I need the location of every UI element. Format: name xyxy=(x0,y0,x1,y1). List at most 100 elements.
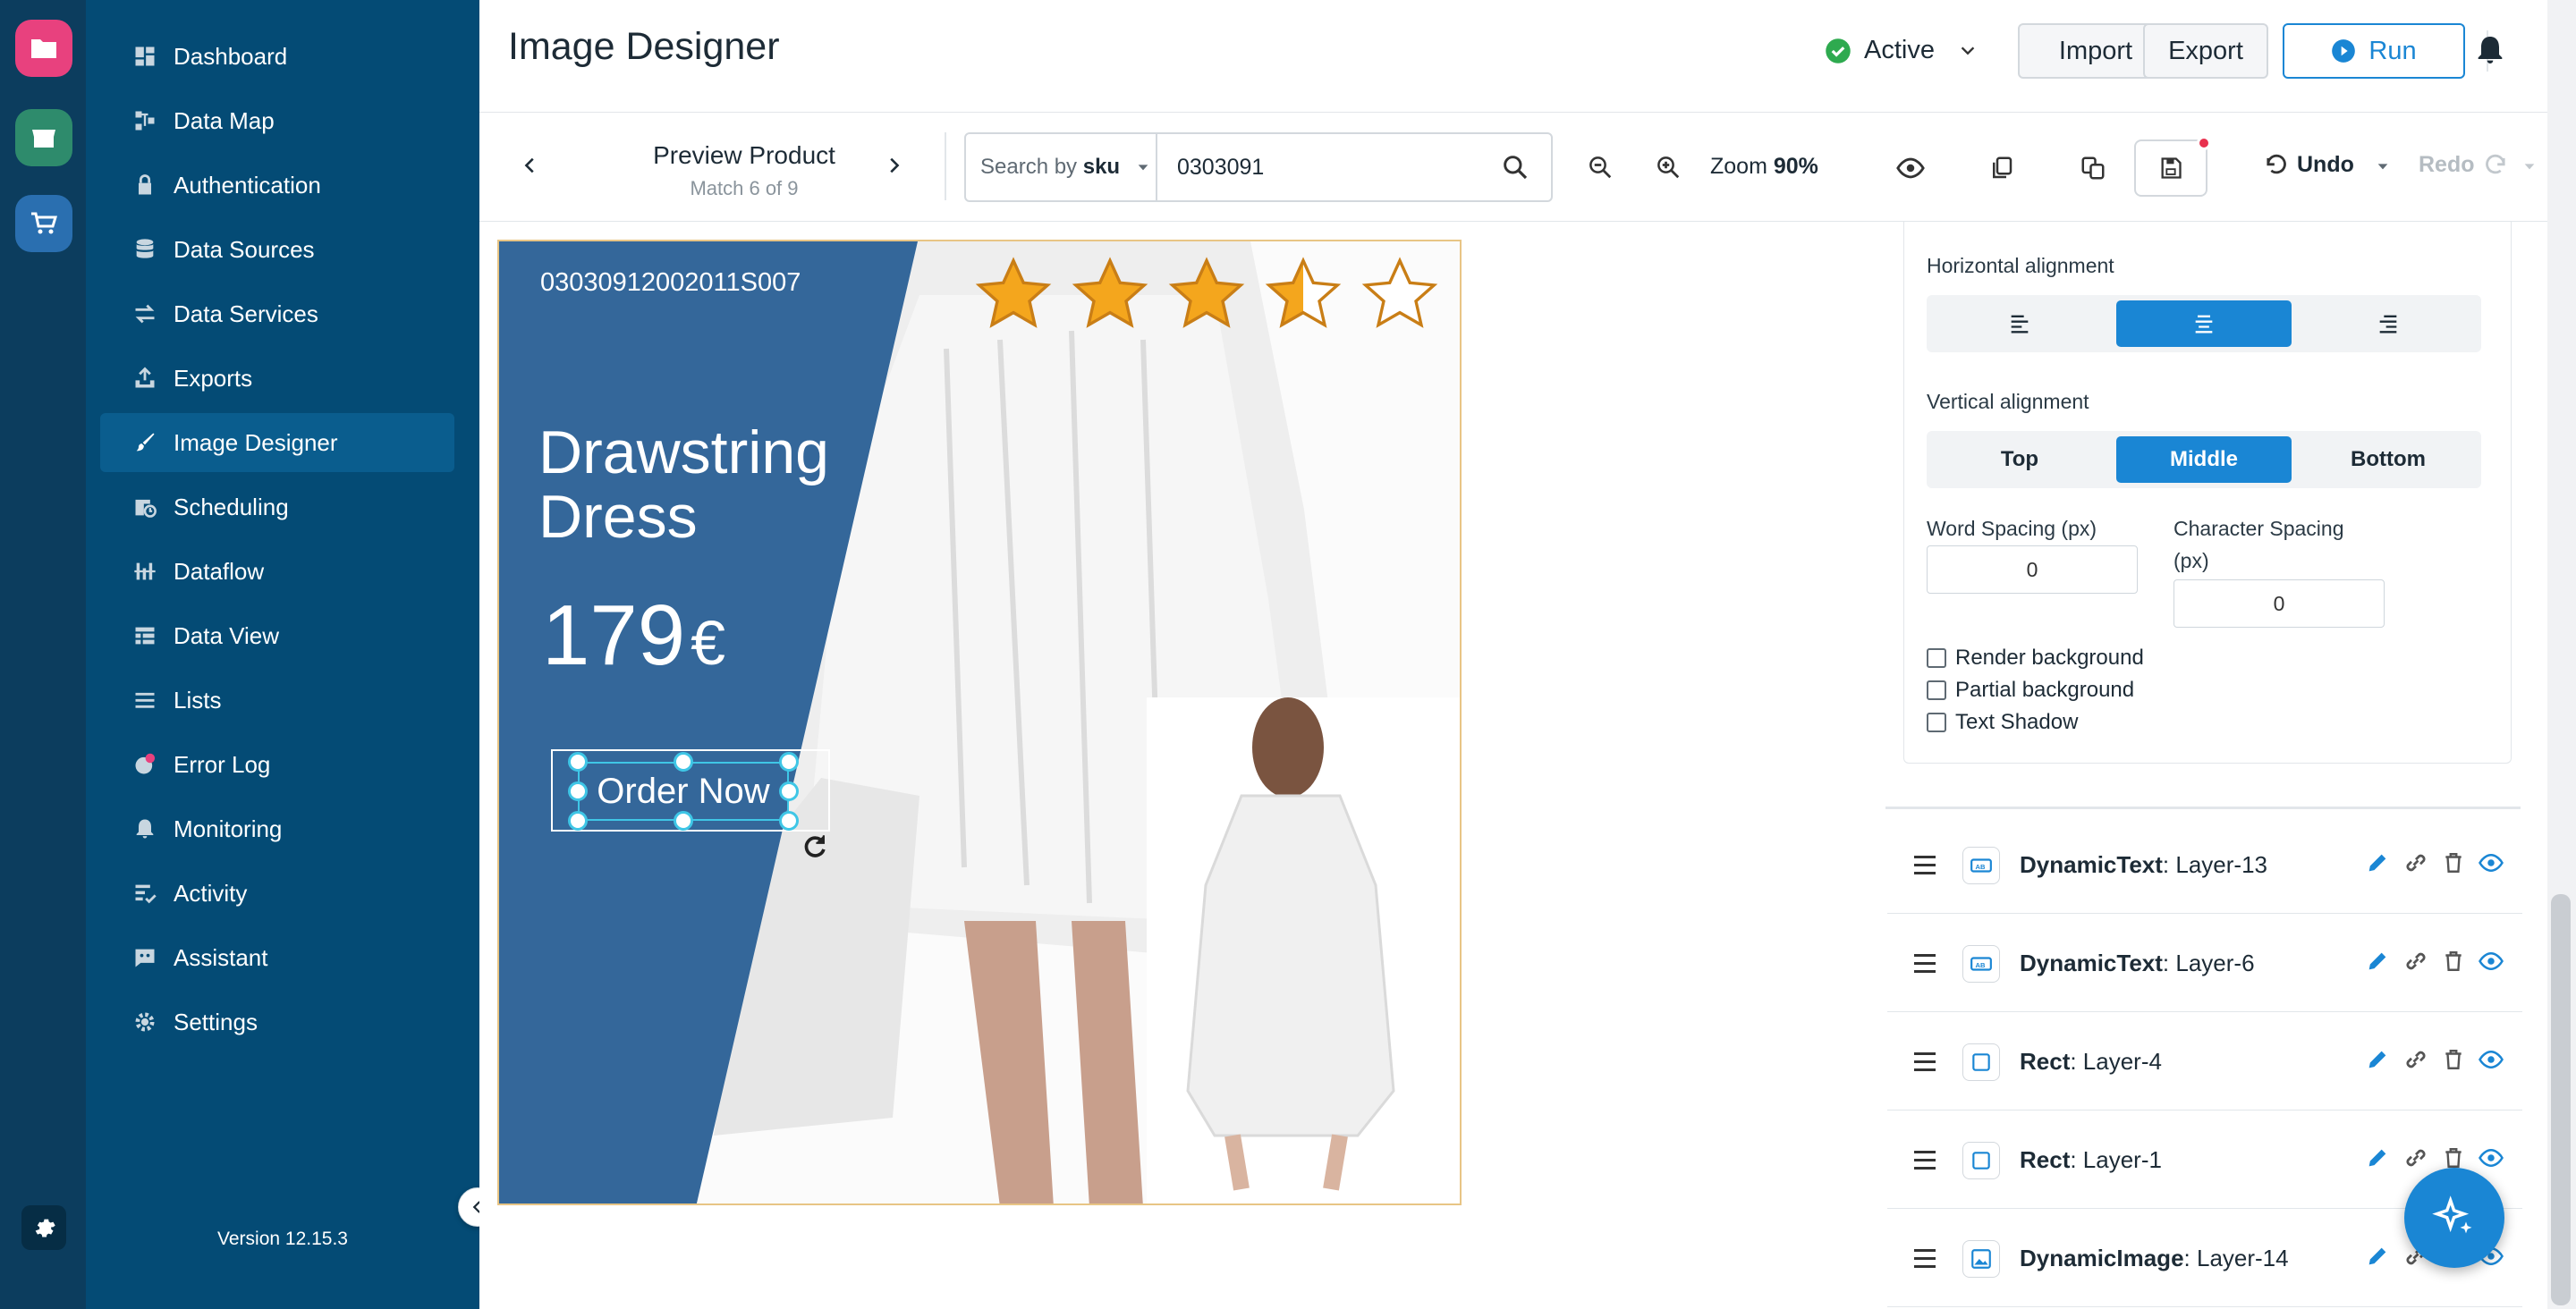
sidebar-item-data-sources[interactable]: Data Sources xyxy=(100,220,454,279)
edit-icon[interactable] xyxy=(2365,1047,2390,1077)
layer-row[interactable]: Rect: Layer-4 xyxy=(1887,1014,2522,1111)
sidebar-item-error-log[interactable]: Error Log xyxy=(100,735,454,794)
align-right-button[interactable] xyxy=(2301,300,2476,347)
sku-text[interactable]: 03030912002011S007 xyxy=(540,268,801,298)
layer-row[interactable]: AB DynamicText: Layer-6 xyxy=(1887,916,2522,1012)
paste-button[interactable] xyxy=(2075,150,2111,186)
resize-handle[interactable] xyxy=(779,811,799,831)
drag-handle-icon[interactable] xyxy=(1914,954,1946,973)
status-dropdown[interactable]: Active xyxy=(1825,36,1978,65)
sidebar-item-label: Activity xyxy=(174,879,248,907)
resize-handle[interactable] xyxy=(674,752,693,772)
search-input[interactable]: 0303091 xyxy=(1157,155,1501,181)
sidebar-item-data-map[interactable]: Data Map xyxy=(100,91,454,150)
designer-canvas-area: 03030912002011S007 Drawstring Dress 179€… xyxy=(479,222,1885,1309)
resize-handle[interactable] xyxy=(674,811,693,831)
panel-divider xyxy=(1885,807,2521,809)
product-title[interactable]: Drawstring Dress xyxy=(538,420,829,549)
resize-handle[interactable] xyxy=(779,781,799,801)
drag-handle-icon[interactable] xyxy=(1914,1052,1946,1071)
layer-actions xyxy=(2365,1046,2504,1077)
sidebar-item-dataflow[interactable]: Dataflow xyxy=(100,542,454,601)
folder-icon xyxy=(31,39,56,58)
app-switch-store[interactable] xyxy=(15,109,72,166)
align-left-button[interactable] xyxy=(1932,300,2107,347)
prev-match-button[interactable] xyxy=(517,152,544,179)
resize-handle[interactable] xyxy=(779,752,799,772)
price-value: 179 xyxy=(542,587,686,683)
sidebar-item-exports[interactable]: Exports xyxy=(100,349,454,408)
edit-icon[interactable] xyxy=(2365,1145,2390,1175)
sidebar-item-monitoring[interactable]: Monitoring xyxy=(100,799,454,858)
eye-icon[interactable] xyxy=(2478,1046,2504,1077)
save-button[interactable] xyxy=(2134,136,2211,197)
align-center-button[interactable] xyxy=(2116,300,2292,347)
eye-icon[interactable] xyxy=(2478,948,2504,979)
edit-icon[interactable] xyxy=(2365,1244,2390,1273)
v-align-middle-button[interactable]: Middle xyxy=(2116,436,2292,483)
ai-assistant-button[interactable] xyxy=(2404,1168,2504,1268)
sidebar-item-data-services[interactable]: Data Services xyxy=(100,284,454,343)
sidebar-item-settings[interactable]: Settings xyxy=(100,992,454,1051)
redo-button[interactable]: Redo xyxy=(2419,152,2509,178)
link-icon[interactable] xyxy=(2402,1046,2429,1077)
trash-icon[interactable] xyxy=(2442,851,2465,879)
product-price[interactable]: 179€ xyxy=(542,587,725,685)
eye-icon[interactable] xyxy=(2478,1144,2504,1176)
search-by-select[interactable]: Search by sku xyxy=(966,134,1157,200)
v-align-bottom-button[interactable]: Bottom xyxy=(2301,436,2476,483)
v-align-top-button[interactable]: Top xyxy=(1932,436,2107,483)
resize-handle[interactable] xyxy=(568,781,588,801)
copy-button[interactable] xyxy=(1984,150,2020,186)
undo-button[interactable]: Undo xyxy=(2263,152,2354,178)
app-switch-cart[interactable] xyxy=(15,195,72,252)
drag-handle-icon[interactable] xyxy=(1914,1249,1946,1268)
sidebar-item-label: Lists xyxy=(174,686,222,714)
resize-handle[interactable] xyxy=(568,811,588,831)
sidebar-item-authentication[interactable]: Authentication xyxy=(100,156,454,215)
page-scrollbar-thumb[interactable] xyxy=(2551,894,2571,1305)
zoom-in-button[interactable] xyxy=(1653,152,1683,182)
resize-handle[interactable] xyxy=(568,752,588,772)
text-shadow-checkbox[interactable]: Text Shadow xyxy=(1927,710,2078,735)
trash-icon[interactable] xyxy=(2442,950,2465,977)
rating-stars[interactable] xyxy=(973,254,1440,334)
app-switch-folder[interactable] xyxy=(15,20,72,77)
layer-name: Rect: Layer-1 xyxy=(2020,1146,2365,1174)
sidebar-item-assistant[interactable]: Assistant xyxy=(100,928,454,987)
rail-settings-button[interactable] xyxy=(21,1205,66,1250)
redo-history-dropdown[interactable] xyxy=(2519,156,2540,177)
run-button[interactable]: Run xyxy=(2283,23,2465,79)
link-icon[interactable] xyxy=(2402,849,2429,881)
search-button[interactable] xyxy=(1501,153,1551,182)
next-match-button[interactable] xyxy=(880,152,907,179)
sidebar-item-image-designer[interactable]: Image Designer xyxy=(100,413,454,472)
sidebar-item-lists[interactable]: Lists xyxy=(100,671,454,730)
sidebar-item-dashboard[interactable]: Dashboard xyxy=(100,27,454,86)
edit-icon[interactable] xyxy=(2365,949,2390,978)
char-spacing-input[interactable]: 0 xyxy=(2174,579,2385,628)
link-icon[interactable] xyxy=(2402,1144,2429,1176)
sidebar-item-label: Dashboard xyxy=(174,42,288,70)
preview-toggle-button[interactable] xyxy=(1893,150,1928,186)
design-canvas[interactable]: 03030912002011S007 Drawstring Dress 179€… xyxy=(497,240,1462,1205)
preview-match-count: Match 6 of 9 xyxy=(690,177,799,199)
drag-handle-icon[interactable] xyxy=(1914,856,1946,874)
render-background-checkbox[interactable]: Render background xyxy=(1927,646,2144,671)
link-icon[interactable] xyxy=(2402,948,2429,979)
sidebar-item-scheduling[interactable]: Scheduling xyxy=(100,477,454,536)
star-icon xyxy=(1168,257,1245,328)
word-spacing-input[interactable]: 0 xyxy=(1927,545,2138,594)
sidebar-item-activity[interactable]: Activity xyxy=(100,864,454,923)
notifications-button[interactable] xyxy=(2472,32,2508,72)
export-button[interactable]: Export xyxy=(2143,23,2268,79)
layer-row[interactable]: AB DynamicText: Layer-13 xyxy=(1887,817,2522,914)
sidebar-item-data-view[interactable]: Data View xyxy=(100,606,454,665)
trash-icon[interactable] xyxy=(2442,1048,2465,1076)
drag-handle-icon[interactable] xyxy=(1914,1151,1946,1170)
zoom-out-button[interactable] xyxy=(1585,152,1615,182)
eye-icon[interactable] xyxy=(2478,849,2504,881)
partial-background-checkbox[interactable]: Partial background xyxy=(1927,678,2134,703)
undo-history-dropdown[interactable] xyxy=(2372,156,2394,177)
edit-icon[interactable] xyxy=(2365,850,2390,880)
